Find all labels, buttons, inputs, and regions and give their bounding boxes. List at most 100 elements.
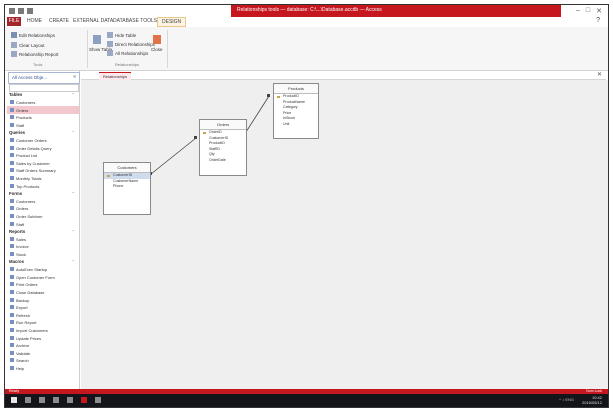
table-box-customers[interactable]: Customers CustomerID CustomerName Phone bbox=[103, 162, 151, 215]
chevron-up-icon[interactable]: ⌃ bbox=[72, 92, 75, 97]
nav-item[interactable]: Archive bbox=[7, 342, 79, 350]
nav-item[interactable]: Open Customer Form bbox=[7, 273, 79, 281]
nav-item[interactable]: Orders bbox=[7, 106, 79, 114]
object-icon bbox=[10, 183, 14, 188]
tab-database-tools[interactable]: DATABASE TOOLS bbox=[113, 18, 157, 24]
table-box-products[interactable]: Products ProductID ProductName Category … bbox=[273, 83, 319, 139]
help-button[interactable]: ? bbox=[596, 17, 600, 24]
nav-item[interactable]: Help bbox=[7, 364, 79, 372]
minimize-button[interactable]: – bbox=[576, 7, 580, 15]
clear-layout-button[interactable]: Clear Layout bbox=[19, 43, 45, 48]
system-tray[interactable]: ^ ♪ ENG bbox=[559, 397, 574, 402]
relationship-report-button[interactable]: Relationship Report bbox=[19, 52, 59, 57]
table-field[interactable]: Unit bbox=[274, 122, 318, 128]
nav-item[interactable]: AutoExec Startup bbox=[7, 266, 79, 274]
table-box-title[interactable]: Products bbox=[274, 84, 318, 94]
nav-item[interactable]: Products bbox=[7, 114, 79, 122]
nav-item[interactable]: Orders bbox=[7, 205, 79, 213]
tab-external-data[interactable]: EXTERNAL DATA bbox=[73, 18, 113, 24]
nav-item[interactable]: Staff bbox=[7, 220, 79, 228]
nav-item[interactable]: Customer Orders bbox=[7, 137, 79, 145]
nav-item[interactable]: Backup bbox=[7, 296, 79, 304]
file-explorer-icon[interactable] bbox=[53, 397, 59, 403]
collapse-nav-icon[interactable]: « bbox=[73, 74, 76, 80]
nav-pane-header[interactable]: All Access Obje... « bbox=[8, 72, 80, 84]
maximize-button[interactable]: □ bbox=[586, 7, 590, 15]
nav-item[interactable]: Validate bbox=[7, 349, 79, 357]
tab-file[interactable]: FILE bbox=[7, 17, 21, 26]
nav-item[interactable]: Sales by Customer bbox=[7, 159, 79, 167]
nav-group-header[interactable]: Forms ⌃ bbox=[7, 190, 79, 198]
nav-item[interactable]: Order Details Query bbox=[7, 144, 79, 152]
nav-group-header[interactable]: Reports ⌃ bbox=[7, 228, 79, 236]
clock[interactable]: 10:42 2016/05/12 bbox=[582, 395, 602, 405]
table-box-title[interactable]: Customers bbox=[104, 163, 150, 173]
edit-relationships-button[interactable]: Edit Relationships bbox=[19, 33, 55, 38]
nav-item[interactable]: Stock bbox=[7, 250, 79, 258]
close-document-icon[interactable]: ✕ bbox=[597, 71, 602, 78]
start-icon[interactable] bbox=[11, 397, 17, 403]
task-view-icon[interactable] bbox=[39, 397, 45, 403]
nav-item-label: Export bbox=[16, 305, 28, 311]
table-field[interactable]: Phone bbox=[104, 184, 150, 190]
chevron-up-icon[interactable]: ⌃ bbox=[72, 259, 75, 264]
nav-item[interactable]: Print Orders bbox=[7, 281, 79, 289]
search-icon[interactable] bbox=[25, 397, 31, 403]
nav-item[interactable]: Search bbox=[7, 357, 79, 365]
nav-item-label: Order Details Query bbox=[16, 145, 52, 151]
chevron-up-icon[interactable]: ⌃ bbox=[72, 191, 75, 196]
object-icon bbox=[10, 221, 14, 226]
nav-item[interactable]: Monthly Totals bbox=[7, 175, 79, 183]
nav-item[interactable]: Customers bbox=[7, 197, 79, 205]
relationship-line-customers-orders[interactable] bbox=[150, 137, 197, 175]
nav-item[interactable]: Run Report bbox=[7, 319, 79, 327]
nav-item[interactable]: Invoice bbox=[7, 243, 79, 251]
nav-item-label: Stock bbox=[16, 251, 27, 257]
chevron-up-icon[interactable]: ⌃ bbox=[72, 130, 75, 135]
table-field[interactable]: OrderDate bbox=[200, 158, 246, 164]
direct-relationships-button[interactable]: Direct Relationships bbox=[115, 42, 155, 47]
nav-group-header[interactable]: Queries ⌃ bbox=[7, 129, 79, 137]
object-icon bbox=[10, 107, 14, 112]
nav-item-label: Archive bbox=[16, 343, 30, 349]
nav-item[interactable]: Staff bbox=[7, 121, 79, 129]
object-icon bbox=[10, 267, 14, 272]
hide-table-button[interactable]: Hide Table bbox=[115, 33, 136, 38]
nav-item[interactable]: Import Customers bbox=[7, 326, 79, 334]
nav-group-header[interactable]: Tables ⌃ bbox=[7, 91, 79, 99]
nav-item[interactable]: Export bbox=[7, 304, 79, 312]
nav-item[interactable]: Top Products bbox=[7, 182, 79, 190]
table-box-orders[interactable]: Orders OrderID CustomerID ProductID Staf… bbox=[199, 119, 247, 176]
tab-create[interactable]: CREATE bbox=[49, 18, 69, 24]
nav-item[interactable]: Close Database bbox=[7, 288, 79, 296]
undo-icon[interactable] bbox=[18, 8, 24, 14]
access-app-icon[interactable] bbox=[81, 397, 87, 403]
nav-item[interactable]: Sales bbox=[7, 235, 79, 243]
all-relationships-button[interactable]: All Relationships bbox=[115, 51, 148, 56]
chevron-up-icon[interactable]: ⌃ bbox=[72, 229, 75, 234]
pinned-app-icon[interactable] bbox=[95, 397, 101, 403]
tab-home[interactable]: HOME bbox=[27, 18, 42, 24]
nav-item[interactable]: Staff Orders Summary bbox=[7, 167, 79, 175]
nav-item-label: Close Database bbox=[16, 289, 45, 295]
nav-item[interactable]: Order Subform bbox=[7, 213, 79, 221]
nav-item[interactable]: Refresh bbox=[7, 311, 79, 319]
table-box-title[interactable]: Orders bbox=[200, 120, 246, 130]
close-window-button[interactable]: ✕ bbox=[596, 7, 602, 15]
nav-item[interactable]: Product List bbox=[7, 152, 79, 160]
browser-icon[interactable] bbox=[67, 397, 73, 403]
nav-group-label: Reports bbox=[9, 228, 26, 234]
relationship-line-orders-products[interactable] bbox=[245, 95, 270, 133]
relationships-canvas[interactable]: Customers CustomerID CustomerName Phone … bbox=[81, 80, 608, 389]
nav-item[interactable]: Update Prices bbox=[7, 334, 79, 342]
redo-icon[interactable] bbox=[27, 8, 33, 14]
save-icon[interactable] bbox=[9, 8, 15, 14]
tab-relationships[interactable]: Relationships bbox=[99, 72, 132, 80]
close-relationships-button[interactable]: Close bbox=[151, 47, 163, 52]
tab-design[interactable]: DESIGN bbox=[157, 17, 187, 27]
object-icon bbox=[10, 176, 14, 181]
nav-group-header[interactable]: Macros ⌃ bbox=[7, 258, 79, 266]
object-icon bbox=[10, 198, 14, 203]
windows-taskbar: ^ ♪ ENG 10:42 2016/05/12 bbox=[5, 394, 608, 407]
nav-item[interactable]: Customers bbox=[7, 99, 79, 107]
